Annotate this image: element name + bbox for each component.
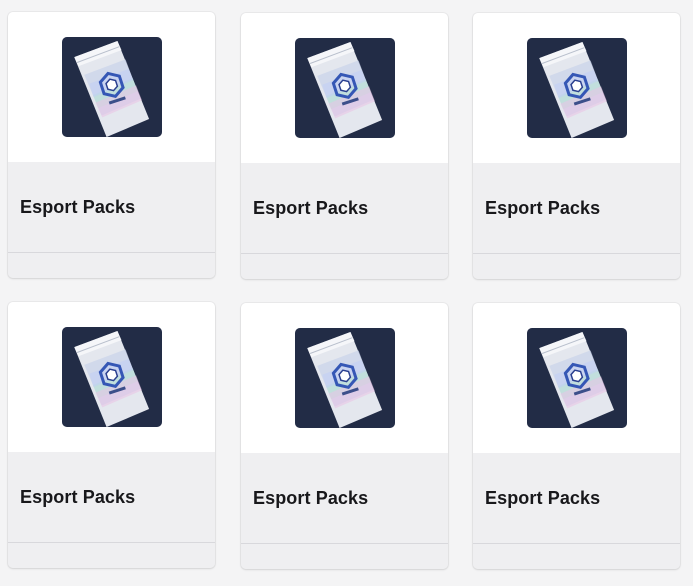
- product-card[interactable]: Esport Packs: [8, 302, 215, 568]
- product-card-footer: [8, 253, 215, 278]
- product-title: Esport Packs: [253, 487, 369, 508]
- product-title: Esport Packs: [485, 197, 601, 218]
- product-image-area: [8, 12, 215, 162]
- product-title-area: Esport Packs: [473, 453, 680, 544]
- product-card[interactable]: Esport Packs: [241, 13, 448, 279]
- product-card-footer: [241, 254, 448, 279]
- esport-pack-image: [295, 38, 395, 138]
- esport-pack-image: [295, 328, 395, 428]
- product-card-footer: [241, 544, 448, 569]
- esport-pack-image: [527, 328, 627, 428]
- product-card[interactable]: Esport Packs: [241, 303, 448, 569]
- product-title-area: Esport Packs: [473, 163, 680, 254]
- esport-pack-image: [527, 38, 627, 138]
- product-image-area: [241, 13, 448, 163]
- product-title: Esport Packs: [485, 487, 601, 508]
- product-card[interactable]: Esport Packs: [473, 13, 680, 279]
- product-card-footer: [8, 543, 215, 568]
- product-card-footer: [473, 544, 680, 569]
- product-title-area: Esport Packs: [8, 452, 215, 543]
- product-title-area: Esport Packs: [241, 453, 448, 544]
- product-title-area: Esport Packs: [241, 163, 448, 254]
- esport-pack-image: [62, 37, 162, 137]
- product-image-area: [8, 302, 215, 452]
- product-card[interactable]: Esport Packs: [8, 12, 215, 278]
- product-image-area: [473, 13, 680, 163]
- product-card-footer: [473, 254, 680, 279]
- product-title: Esport Packs: [253, 197, 369, 218]
- product-image-area: [473, 303, 680, 453]
- product-title: Esport Packs: [20, 196, 136, 217]
- product-title-area: Esport Packs: [8, 162, 215, 253]
- esport-pack-image: [62, 327, 162, 427]
- product-title: Esport Packs: [20, 486, 136, 507]
- product-image-area: [241, 303, 448, 453]
- product-card[interactable]: Esport Packs: [473, 303, 680, 569]
